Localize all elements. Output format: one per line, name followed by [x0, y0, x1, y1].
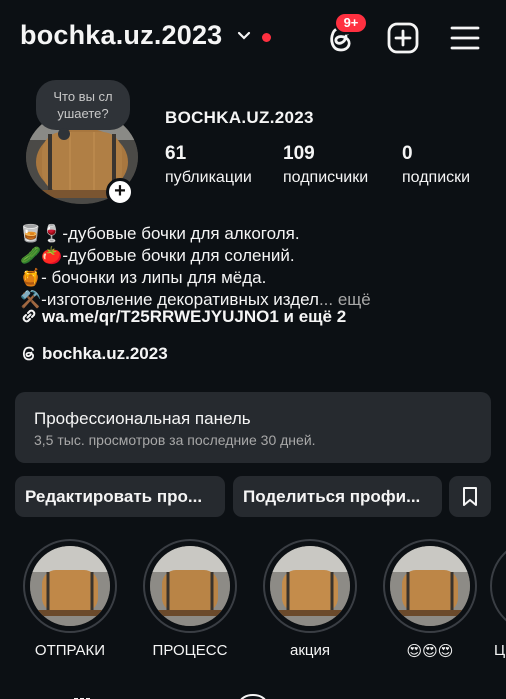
- share-profile-button[interactable]: Поделиться профи...: [233, 476, 442, 517]
- note-bubble[interactable]: Что вы сл ушаете?: [36, 80, 130, 130]
- highlight-item[interactable]: ОТПРАКИ: [22, 539, 118, 659]
- stat-posts-value: 61: [165, 143, 187, 164]
- bio-link[interactable]: wa.me/qr/T25RRWEJYUJNO1 и ещё 2: [20, 307, 346, 327]
- stat-followers-label: подписчики: [283, 169, 369, 186]
- threads-profile-link[interactable]: bochka.uz.2023: [20, 344, 168, 364]
- bookmark-person-icon: [463, 487, 477, 506]
- highlight-item[interactable]: Ц: [490, 539, 506, 659]
- account-switcher-username[interactable]: bochka.uz.2023: [20, 20, 222, 51]
- link-icon: [22, 309, 36, 323]
- bottom-nav-peek: [0, 690, 506, 699]
- edit-profile-button[interactable]: Редактировать про...: [15, 476, 225, 517]
- profile-display-name: BOCHKA.UZ.2023: [165, 108, 314, 127]
- highlight-label: Ц: [494, 642, 506, 659]
- top-bar: bochka.uz.2023 9+: [0, 0, 506, 76]
- suggested-people-button[interactable]: [449, 476, 491, 517]
- highlight-label: ПРОЦЕСС: [152, 642, 228, 659]
- pro-panel-title: Профессиональная панель: [34, 409, 251, 428]
- bio-line: 🥃🍷-дубовые бочки для алкоголя.: [20, 224, 300, 243]
- stat-posts-label: публикации: [165, 169, 252, 186]
- highlight-label: ОТПРАКИ: [34, 642, 106, 659]
- menu-icon[interactable]: [448, 21, 482, 55]
- stat-following-value: 0: [402, 143, 413, 164]
- highlight-label: акция: [290, 642, 330, 659]
- add-square-icon[interactable]: [386, 21, 420, 55]
- highlight-ring: [490, 539, 506, 633]
- bio-line: 🥒🍅-дубовые бочки для солений.: [20, 246, 295, 265]
- highlight-image: [270, 546, 350, 626]
- highlight-item[interactable]: акция: [262, 539, 358, 659]
- highlight-item[interactable]: ПРОЦЕСС: [142, 539, 238, 659]
- stat-followers-value: 109: [283, 143, 315, 164]
- profile-bio: 🥃🍷-дубовые бочки для алкоголя. 🥒🍅-дубовы…: [20, 223, 371, 311]
- highlight-ring: [143, 539, 237, 633]
- add-story-plus-icon[interactable]: +: [106, 178, 134, 206]
- highlight-label: 😍😍😍: [406, 643, 454, 660]
- highlight-image: [30, 546, 110, 626]
- stat-followers[interactable]: 109 подписчики: [283, 143, 368, 187]
- highlight-ring: [383, 539, 477, 633]
- threads-handle: bochka.uz.2023: [42, 344, 168, 363]
- pro-panel-subtitle: 3,5 тыс. просмотров за последние 30 дней…: [34, 432, 316, 448]
- unread-dot: [262, 33, 271, 42]
- bio-link-text: wa.me/qr/T25RRWEJYUJNO1 и ещё 2: [42, 307, 347, 326]
- professional-dashboard[interactable]: Профессиональная панель 3,5 тыс. просмот…: [15, 392, 491, 463]
- highlight-ring: [23, 539, 117, 633]
- highlight-image: [150, 546, 230, 626]
- highlight-image: [390, 546, 470, 626]
- notification-badge: 9+: [334, 12, 368, 34]
- stat-following-label: подписки: [402, 169, 471, 186]
- stat-posts[interactable]: 61 публикации: [165, 143, 252, 187]
- bio-line: 🍯- бочонки из липы для мёда.: [20, 268, 267, 287]
- stat-following[interactable]: 0 подписки: [402, 143, 470, 187]
- highlight-item[interactable]: 😍😍😍: [382, 539, 478, 660]
- chevron-down-icon[interactable]: [237, 31, 251, 41]
- note-bubble-tail: [58, 128, 70, 140]
- threads-small-icon: [22, 346, 34, 361]
- highlight-ring: [263, 539, 357, 633]
